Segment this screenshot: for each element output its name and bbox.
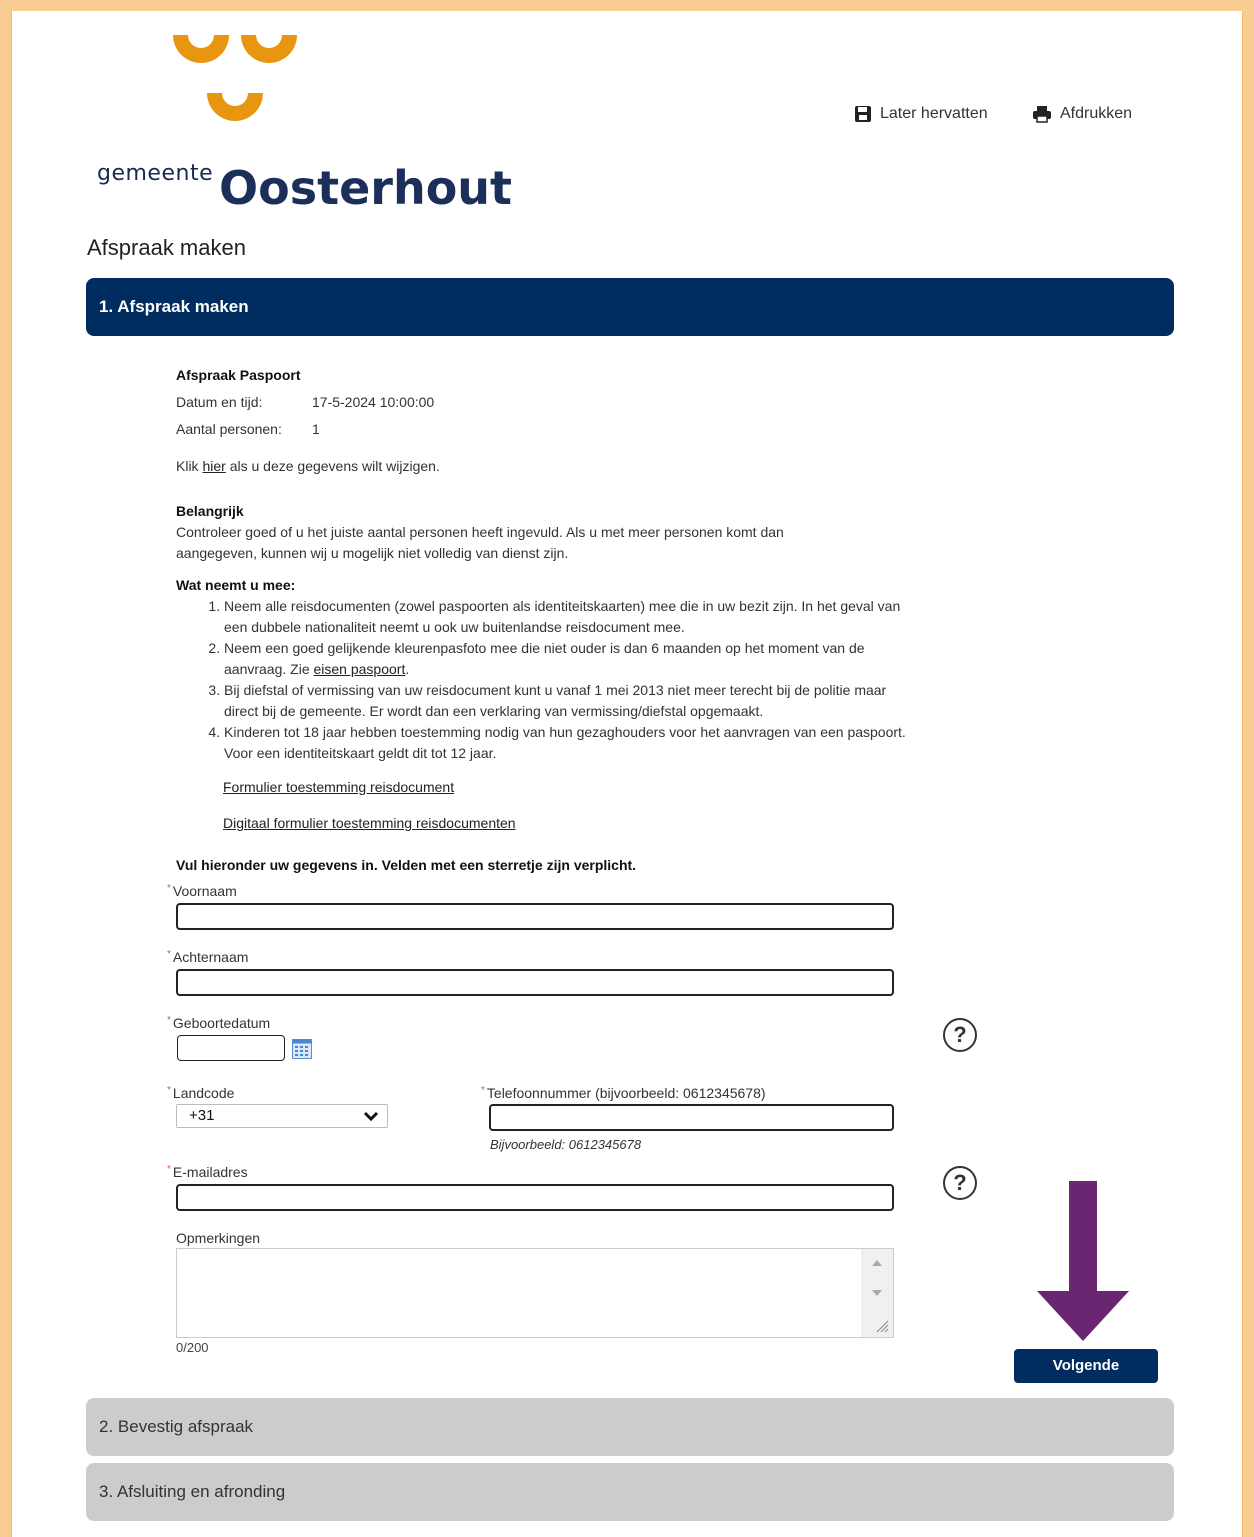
email-label: * E-mailadres [167,1164,248,1180]
datetime-value: 17-5-2024 10:00:00 [312,394,435,410]
country-code-value: +31 [189,1107,215,1124]
birthdate-help-icon[interactable]: ? [943,1018,977,1052]
phone-label: * Telefoonnummer (bijvoorbeeld: 061234567… [481,1085,766,1101]
scroll-up-icon[interactable] [871,1259,883,1267]
logo-name: Oosterhout [219,161,513,215]
digital-consent-form-link[interactable]: Digitaal formulier toestemming reisdocum… [223,815,516,831]
calendar-icon[interactable] [292,1039,312,1059]
page-title: Afspraak maken [87,235,246,260]
logo-cup-icon [173,35,229,63]
logo-cup-icon [241,35,297,63]
required-mark: * [481,1085,485,1096]
print-button[interactable]: Afdrukken [1032,103,1132,125]
last-name-label: * Achternaam [167,949,249,965]
step-header-2[interactable]: 2. Bevestig afspraak [86,1398,1174,1456]
remarks-textarea[interactable] [176,1248,894,1338]
passport-requirements-link[interactable]: eisen paspoort [314,661,406,677]
consent-form-link[interactable]: Formulier toestemming reisdocument [223,779,454,795]
birthdate-field[interactable] [177,1035,285,1061]
change-details-text: Klik hier als u deze gegevens wilt wijzi… [176,458,440,474]
required-mark: * [167,1085,171,1096]
required-mark: * [167,883,171,894]
step-header-3[interactable]: 3. Afsluiting en afronding [86,1463,1174,1521]
persons-value: 1 [312,421,320,437]
next-button[interactable]: Volgende [1014,1349,1158,1383]
appointment-summary: Afspraak Paspoort Datum en tijd: 17-5-202… [176,367,906,474]
email-field[interactable] [176,1184,894,1211]
persons-row: Aantal personen: 1 [176,421,906,458]
form-intro: Vul hieronder uw gegevens in. Velden met… [176,857,637,873]
change-details-link[interactable]: hier [202,458,225,474]
list-item: Bij diefstal of vermissing van uw reisdo… [224,680,906,722]
scroll-down-icon[interactable] [871,1289,883,1297]
last-name-field[interactable] [176,969,894,996]
page: gemeente Oosterhout Later hervatten Afdr… [11,11,1243,1537]
bring-section: Wat neemt u mee: Neem alle reisdocumente… [176,575,906,764]
logo-prefix: gemeente [97,161,214,186]
phone-example: Bijvoorbeeld: 0612345678 [490,1137,642,1152]
step-label: 1. Afspraak maken [99,297,249,316]
step-label: 2. Bevestig afspraak [99,1417,254,1436]
list-item: Neem een goed gelijkende kleurenpasfoto … [224,638,906,680]
country-code-select[interactable]: +31 [176,1104,388,1128]
first-name-field[interactable] [176,903,894,930]
remarks-label: Opmerkingen [176,1230,261,1246]
datetime-label: Datum en tijd: [176,394,263,410]
resize-handle-icon[interactable] [875,1319,889,1333]
textarea-scrollbar[interactable] [861,1249,893,1337]
required-mark: * [167,949,171,960]
persons-label: Aantal personen: [176,421,282,437]
birthdate-label: * Geboortedatum [167,1015,271,1031]
remarks-counter: 0/200 [176,1340,209,1355]
important-text: Controleer goed of u het juiste aantal p… [176,524,784,561]
first-name-label: * Voornaam [167,883,237,899]
bring-title: Wat neemt u mee: [176,577,296,593]
chevron-down-icon [363,1111,379,1122]
required-mark: * [167,1164,171,1175]
required-mark: * [167,1015,171,1026]
country-code-label: * Landcode [167,1085,235,1101]
bring-list: Neem alle reisdocumenten (zowel paspoort… [176,596,906,764]
save-icon [855,106,871,122]
important-notice: Belangrijk Controleer goed of u het juis… [176,501,836,564]
phone-field[interactable] [489,1104,894,1131]
datetime-row: Datum en tijd: 17-5-2024 10:00:00 [176,394,906,421]
logo-cup-icon [207,93,263,121]
printer-icon [1033,106,1051,123]
list-item: Neem alle reisdocumenten (zowel paspoort… [224,596,906,638]
resume-later-button[interactable]: Later hervatten [854,103,988,125]
step-header-1[interactable]: 1. Afspraak maken [86,278,1174,336]
summary-title: Afspraak Paspoort [176,367,301,383]
important-title: Belangrijk [176,503,244,519]
arrow-down-icon [1037,1181,1129,1341]
list-item: Kinderen tot 18 jaar hebben toestemming … [224,722,906,764]
resume-later-label: Later hervatten [880,105,988,122]
print-label: Afdrukken [1060,105,1133,122]
email-help-icon[interactable]: ? [943,1166,977,1200]
step-label: 3. Afsluiting en afronding [99,1482,286,1501]
